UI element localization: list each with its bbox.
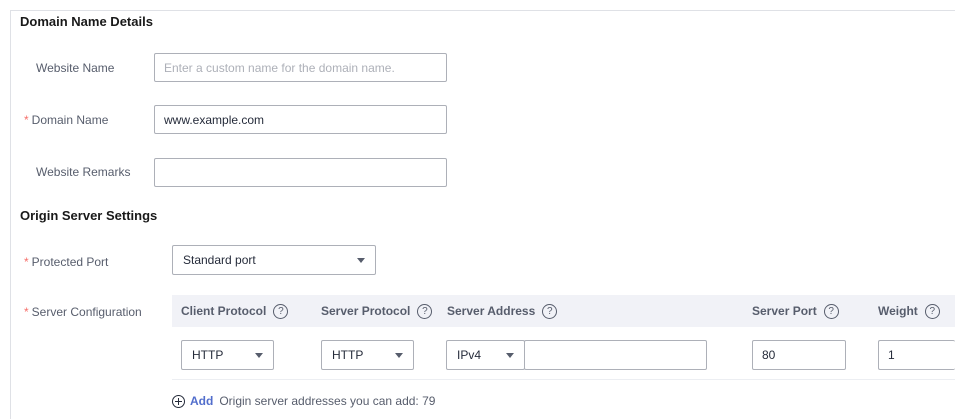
required-marker: * xyxy=(24,113,29,127)
chevron-down-icon xyxy=(255,352,263,358)
required-marker: * xyxy=(24,305,29,319)
section-title-domain-details: Domain Name Details xyxy=(20,14,153,29)
add-server-remaining-note: Origin server addresses you can add: 79 xyxy=(219,394,436,408)
client-protocol-value: HTTP xyxy=(192,348,224,362)
table-row-divider xyxy=(172,379,955,380)
column-header-server-protocol: Server Protocol ? xyxy=(321,295,436,327)
column-label-server-port: Server Port xyxy=(752,304,817,318)
protected-port-select[interactable]: Standard port xyxy=(172,245,376,275)
column-header-server-port: Server Port ? xyxy=(752,295,862,327)
server-configuration-label: * Server Configuration xyxy=(24,305,142,319)
client-protocol-select[interactable]: HTTP xyxy=(181,340,274,370)
server-port-input[interactable] xyxy=(752,340,846,370)
add-server-link[interactable]: Add xyxy=(190,394,213,408)
column-label-client-protocol: Client Protocol xyxy=(181,304,267,318)
server-protocol-select[interactable]: HTTP xyxy=(321,340,414,370)
domain-name-label: * Domain Name xyxy=(24,113,108,127)
address-type-select[interactable]: IPv4 xyxy=(446,340,525,370)
chevron-down-icon xyxy=(357,257,365,263)
column-header-server-address: Server Address ? xyxy=(447,295,627,327)
website-name-label: Website Name xyxy=(36,61,115,75)
panel-border-left xyxy=(10,10,11,419)
help-icon[interactable]: ? xyxy=(273,303,289,319)
website-remarks-label: Website Remarks xyxy=(36,165,131,179)
required-marker: * xyxy=(24,255,29,269)
server-address-input[interactable] xyxy=(524,340,707,370)
help-icon[interactable]: ? xyxy=(417,303,433,319)
add-server-row: Add Origin server addresses you can add:… xyxy=(172,394,435,408)
chevron-down-icon xyxy=(506,352,514,358)
column-label-server-protocol: Server Protocol xyxy=(321,304,411,318)
protected-port-value: Standard port xyxy=(183,253,256,267)
chevron-down-icon xyxy=(395,352,403,358)
protected-port-label: * Protected Port xyxy=(24,255,108,269)
server-protocol-value: HTTP xyxy=(332,348,364,362)
domain-name-input[interactable] xyxy=(154,105,447,134)
add-circle-icon[interactable] xyxy=(172,394,185,408)
domain-name-label-text: Domain Name xyxy=(31,113,109,127)
website-remarks-input[interactable] xyxy=(154,158,447,187)
weight-input[interactable] xyxy=(878,340,955,370)
help-icon[interactable]: ? xyxy=(542,303,558,319)
column-header-weight: Weight ? xyxy=(878,295,955,327)
server-configuration-label-text: Server Configuration xyxy=(31,305,142,319)
website-name-input[interactable] xyxy=(154,53,447,82)
protected-port-label-text: Protected Port xyxy=(31,255,109,269)
section-title-origin-settings: Origin Server Settings xyxy=(20,208,158,223)
column-label-server-address: Server Address xyxy=(447,304,536,318)
help-icon[interactable]: ? xyxy=(924,303,940,319)
panel-border-top xyxy=(10,10,955,11)
server-config-table-header: Client Protocol ? Server Protocol ? Serv… xyxy=(172,295,955,327)
address-type-value: IPv4 xyxy=(457,348,482,362)
column-header-client-protocol: Client Protocol ? xyxy=(181,295,311,327)
column-label-weight: Weight xyxy=(878,304,918,318)
help-icon[interactable]: ? xyxy=(823,303,839,319)
